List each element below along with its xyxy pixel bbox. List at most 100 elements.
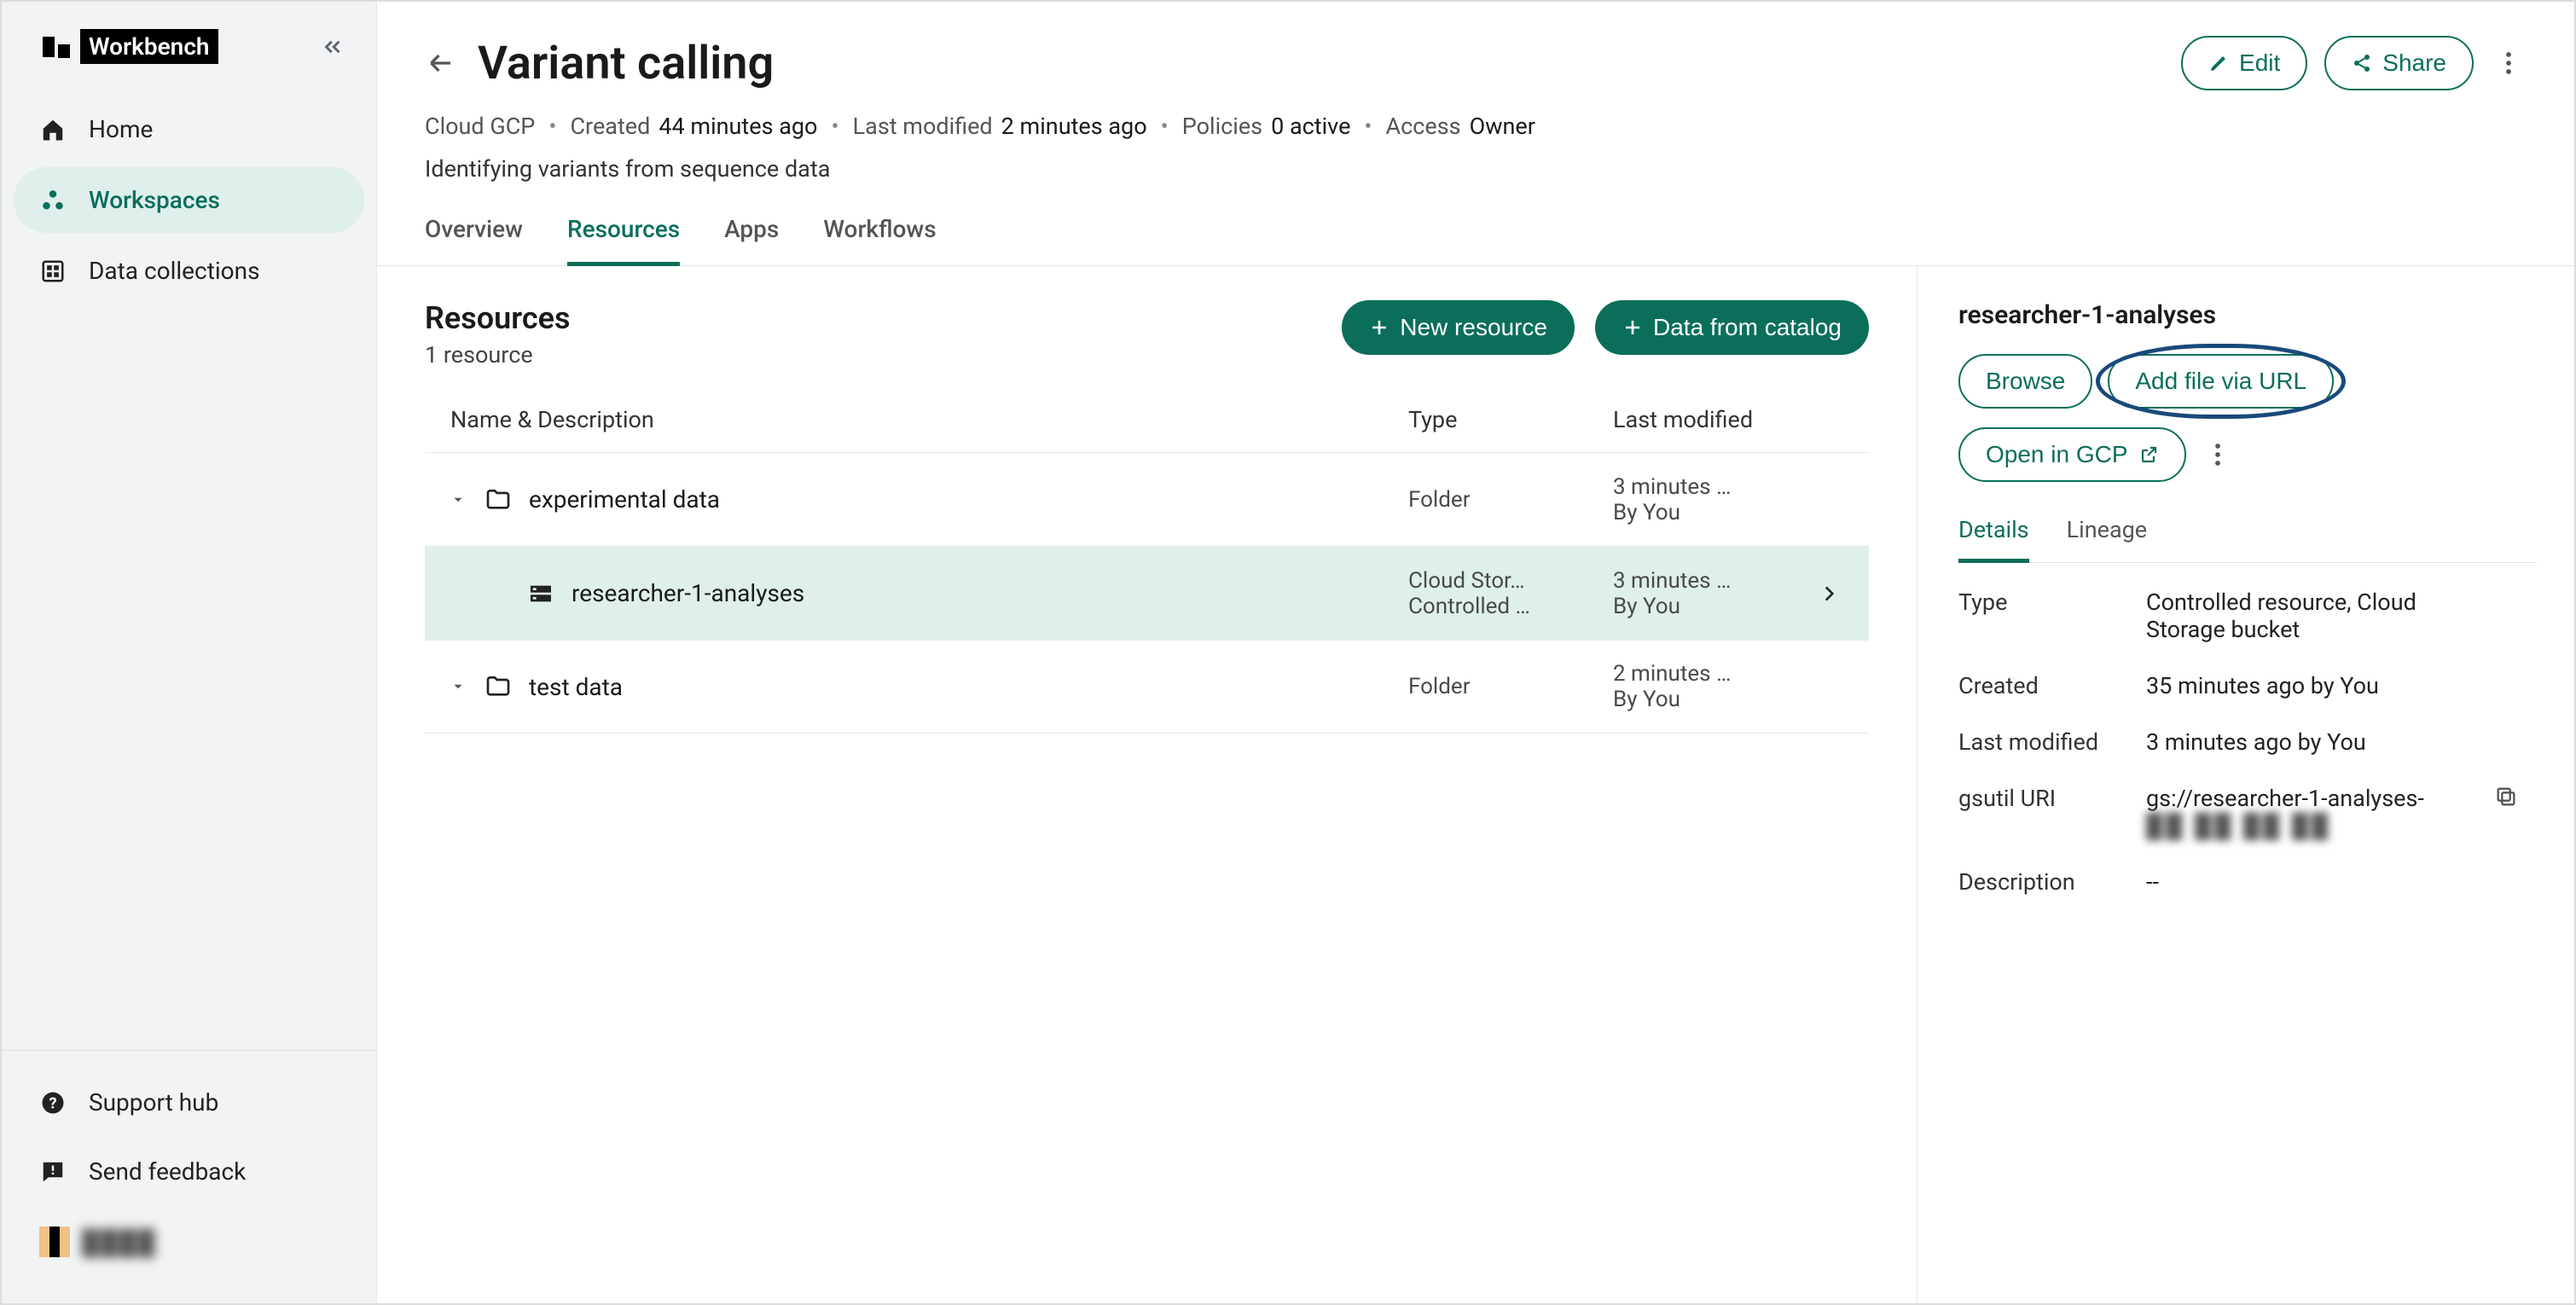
expand-toggle[interactable] bbox=[450, 492, 467, 508]
resources-heading: Resources bbox=[425, 300, 571, 336]
title-actions: Edit Share bbox=[2181, 36, 2527, 90]
field-modified-label: Last modified bbox=[1958, 728, 2138, 756]
details-pane: researcher-1-analyses Browse Add file vi… bbox=[1917, 266, 2574, 1303]
type-cell: Cloud Stor… Controlled … bbox=[1408, 568, 1613, 619]
meta-row: Cloud GCP • Created 44 minutes ago • Las… bbox=[425, 113, 2527, 140]
sidebar-item-data-collections[interactable]: Data collections bbox=[14, 238, 364, 304]
new-resource-button[interactable]: New resource bbox=[1342, 300, 1575, 355]
help-icon: ? bbox=[39, 1090, 67, 1116]
field-desc-label: Description bbox=[1958, 868, 2138, 896]
table-header: Name & Description Type Last modified bbox=[425, 406, 1869, 452]
open-in-gcp-button[interactable]: Open in GCP bbox=[1958, 427, 2186, 482]
workspace-tabs: Overview Resources Apps Workflows bbox=[377, 183, 2574, 266]
sidebar-item-send-feedback[interactable]: Send feedback bbox=[14, 1139, 364, 1204]
modified-cell: 2 minutes … By You bbox=[1613, 661, 1818, 712]
details-tab-details[interactable]: Details bbox=[1958, 516, 2029, 563]
tab-workflows[interactable]: Workflows bbox=[823, 215, 936, 265]
pencil-icon bbox=[2208, 53, 2229, 73]
sidebar-item-label: Send feedback bbox=[89, 1157, 246, 1186]
new-resource-label: New resource bbox=[1400, 314, 1547, 341]
collapse-sidebar-button[interactable] bbox=[320, 34, 345, 60]
sidebar-item-label: Support hub bbox=[89, 1088, 218, 1116]
resource-name: test data bbox=[529, 673, 623, 701]
user-name: ████ bbox=[82, 1228, 156, 1256]
data-from-catalog-button[interactable]: Data from catalog bbox=[1595, 300, 1869, 355]
edit-button-label: Edit bbox=[2239, 49, 2280, 77]
callout-highlight: Add file via URL bbox=[2108, 354, 2334, 409]
meta-modified-label: Last modified bbox=[853, 113, 993, 140]
details-tab-lineage[interactable]: Lineage bbox=[2067, 516, 2148, 562]
field-created-label: Created bbox=[1958, 672, 2138, 699]
details-actions: Browse Add file via URL bbox=[1958, 354, 2537, 409]
avatar bbox=[39, 1227, 70, 1257]
bucket-icon bbox=[527, 580, 554, 607]
modified-cell: 3 minutes … By You bbox=[1613, 474, 1818, 525]
expand-toggle[interactable] bbox=[450, 679, 467, 694]
share-button[interactable]: Share bbox=[2324, 36, 2474, 90]
details-more-button[interactable] bbox=[2200, 437, 2236, 473]
header: Variant calling Edit Share Cloud GCP • C… bbox=[377, 2, 2574, 183]
external-link-icon bbox=[2138, 444, 2159, 465]
sidebar-item-workspaces[interactable]: Workspaces bbox=[14, 167, 364, 233]
tab-apps[interactable]: Apps bbox=[724, 215, 779, 265]
more-menu-button[interactable] bbox=[2491, 45, 2527, 81]
feedback-icon bbox=[39, 1159, 67, 1185]
meta-created-label: Created bbox=[570, 113, 650, 140]
browse-button[interactable]: Browse bbox=[1958, 354, 2092, 409]
tab-resources[interactable]: Resources bbox=[567, 215, 680, 266]
plus-icon bbox=[1369, 317, 1390, 338]
tab-overview[interactable]: Overview bbox=[425, 215, 523, 265]
chevron-right-icon bbox=[1818, 583, 1840, 605]
home-icon bbox=[39, 117, 67, 142]
col-name: Name & Description bbox=[450, 406, 1408, 433]
table-row[interactable]: test data Folder 2 minutes … By You bbox=[425, 640, 1869, 734]
back-button[interactable] bbox=[425, 48, 455, 78]
field-uri-value: gs://researcher-1-analyses- ██ ██ ██ ██ bbox=[2146, 785, 2486, 839]
meta-access-value: Owner bbox=[1470, 113, 1535, 140]
resource-name: experimental data bbox=[529, 485, 720, 513]
resources-count: 1 resource bbox=[425, 341, 571, 368]
data-from-catalog-label: Data from catalog bbox=[1653, 314, 1842, 341]
field-type-value: Controlled resource, Cloud Storage bucke… bbox=[2146, 589, 2486, 643]
meta-policies-value: 0 active bbox=[1271, 113, 1350, 140]
resources-pane: Resources 1 resource New resource Data f… bbox=[377, 266, 1917, 1303]
name-cell: researcher-1-analyses bbox=[450, 579, 1408, 607]
brand-name: Workbench bbox=[80, 29, 218, 64]
sidebar: Workbench Home Workspaces Data collectio… bbox=[2, 2, 377, 1303]
details-actions-row2: Open in GCP bbox=[1958, 427, 2537, 482]
folder-icon bbox=[484, 486, 512, 513]
details-title: researcher-1-analyses bbox=[1958, 300, 2537, 330]
table-row[interactable]: researcher-1-analyses Cloud Stor… Contro… bbox=[425, 546, 1869, 640]
dots-vertical-icon bbox=[2505, 50, 2512, 76]
name-cell: experimental data bbox=[450, 485, 1408, 513]
field-created-value: 35 minutes ago by You bbox=[2146, 672, 2486, 699]
user-account[interactable]: ████ bbox=[14, 1208, 364, 1276]
logo-icon bbox=[43, 36, 70, 58]
meta-policies-label: Policies bbox=[1182, 113, 1262, 140]
table-row[interactable]: experimental data Folder 3 minutes … By … bbox=[425, 452, 1869, 546]
edit-button[interactable]: Edit bbox=[2181, 36, 2307, 90]
add-file-via-url-button[interactable]: Add file via URL bbox=[2108, 354, 2334, 409]
sidebar-footer: ? Support hub Send feedback ████ bbox=[2, 1050, 376, 1303]
resources-actions: New resource Data from catalog bbox=[1342, 300, 1869, 355]
sidebar-item-label: Home bbox=[89, 115, 153, 143]
dots-vertical-icon bbox=[2214, 442, 2221, 467]
caret-down-icon bbox=[450, 492, 466, 508]
field-type-label: Type bbox=[1958, 589, 2138, 616]
plus-icon bbox=[1622, 317, 1643, 338]
caret-down-icon bbox=[450, 679, 466, 694]
row-chevron[interactable] bbox=[1818, 583, 1869, 605]
resources-table: Name & Description Type Last modified bbox=[425, 406, 1917, 734]
sidebar-item-support-hub[interactable]: ? Support hub bbox=[14, 1070, 364, 1135]
name-cell: test data bbox=[450, 673, 1408, 701]
workspace-description: Identifying variants from sequence data bbox=[425, 155, 2527, 183]
resource-name: researcher-1-analyses bbox=[571, 579, 804, 607]
copy-uri-button[interactable] bbox=[2494, 785, 2537, 809]
title-row: Variant calling Edit Share bbox=[425, 36, 2527, 90]
data-collections-icon bbox=[39, 258, 67, 284]
chevron-double-left-icon bbox=[320, 34, 345, 60]
details-tabs: Details Lineage bbox=[1958, 516, 2537, 563]
svg-text:?: ? bbox=[49, 1093, 56, 1112]
field-desc-value: -- bbox=[2146, 868, 2486, 896]
sidebar-item-home[interactable]: Home bbox=[14, 96, 364, 162]
